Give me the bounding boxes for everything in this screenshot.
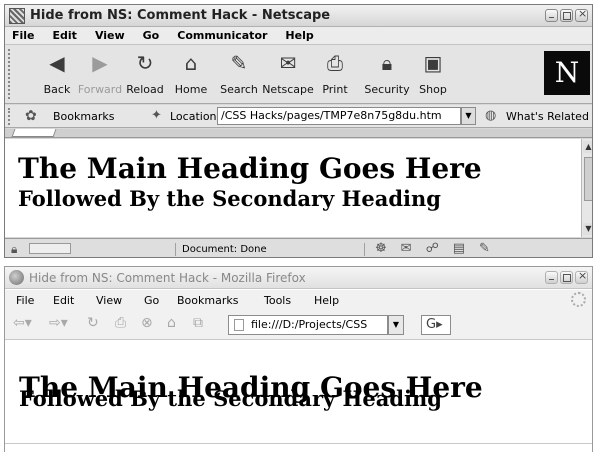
- toolbar-grip[interactable]: [8, 49, 13, 99]
- bookmarks-icon[interactable]: ✿: [25, 108, 37, 124]
- location-dropdown-button[interactable]: ▼: [461, 107, 476, 125]
- maximize-button[interactable]: [560, 9, 573, 22]
- ff-close-button[interactable]: [575, 269, 588, 284]
- ff-minimize-button[interactable]: [545, 271, 558, 284]
- shop-button[interactable]: ▣ Shop: [405, 51, 461, 96]
- netscape-location-toolbar: ✿ Bookmarks ✦ Location: /CSS Hacks/pages…: [5, 105, 592, 128]
- security-lock-icon[interactable]: 🔒︎: [11, 242, 17, 257]
- menu-communicator[interactable]: Communicator: [177, 29, 267, 42]
- ff-window-icon[interactable]: ⧉: [193, 315, 203, 331]
- navigator-icon[interactable]: ☸: [375, 241, 387, 256]
- firefox-secondary-heading: Followed By the Secondary Heading: [19, 386, 442, 411]
- printer-icon: ⎙: [327, 51, 343, 75]
- status-text: Document: Done: [175, 243, 365, 256]
- collapsed-toolbar-tab[interactable]: [11, 129, 57, 137]
- groups-icon[interactable]: ☍: [426, 241, 439, 256]
- netscape-navigation-toolbar: ◀ Back ▶ Forward ↻ Reload ⌂ Home ✎ Searc…: [5, 45, 592, 104]
- ff-home-icon[interactable]: ⌂: [167, 315, 176, 331]
- back-arrow-icon: ◀: [49, 51, 65, 75]
- menu-edit[interactable]: Edit: [53, 29, 77, 42]
- search-button[interactable]: ✎ Search: [211, 51, 267, 96]
- scroll-down-arrow-icon[interactable]: ▼: [583, 223, 592, 235]
- ff-menu-go[interactable]: Go: [144, 294, 159, 307]
- menu-go[interactable]: Go: [143, 29, 160, 42]
- location-bar-grip[interactable]: [8, 108, 13, 125]
- ff-menu-help[interactable]: Help: [314, 294, 339, 307]
- firefox-navigation-toolbar: ⇦▾ ⇨▾ ↻ ⎙ ⊗ ⌂ ⧉ file:///D:/Projects/CSS …: [5, 310, 592, 340]
- firefox-window-title: Hide from NS: Comment Hack - Mozilla Fir…: [29, 271, 306, 285]
- ff-url-dropdown-button[interactable]: ▼: [388, 315, 404, 335]
- ff-reload-icon[interactable]: ↻: [87, 315, 99, 331]
- netscape-window: Hide from NS: Comment Hack - Netscape Fi…: [4, 4, 593, 258]
- scroll-thumb[interactable]: [584, 157, 592, 201]
- ff-menu-bookmarks[interactable]: Bookmarks: [177, 294, 238, 307]
- scroll-up-arrow-icon[interactable]: ▲: [583, 141, 592, 153]
- location-icon[interactable]: ✦: [151, 108, 162, 123]
- netscape-collapsed-toolbar-tab: [5, 129, 592, 138]
- location-label: Location:: [170, 110, 221, 123]
- whats-related-button[interactable]: What's Related: [506, 110, 589, 123]
- close-button[interactable]: [575, 7, 588, 22]
- progress-meter: [29, 243, 71, 254]
- ff-menu-edit[interactable]: Edit: [53, 294, 74, 307]
- bookmarks-button[interactable]: Bookmarks: [53, 110, 114, 123]
- netscape-mail-icon: ✉: [279, 51, 297, 75]
- print-button[interactable]: ⎙ Print: [307, 51, 363, 96]
- firefox-menu-bar: File Edit View Go Bookmarks Tools Help: [5, 290, 592, 310]
- ff-maximize-button[interactable]: [560, 271, 573, 284]
- ff-back-arrow-icon[interactable]: ⇦▾: [13, 315, 32, 331]
- netscape-secondary-heading: Followed By the Secondary Heading: [18, 186, 441, 211]
- lock-icon: 🔒︎: [381, 51, 393, 75]
- ff-menu-file[interactable]: File: [16, 294, 34, 307]
- mail-icon[interactable]: ✉: [401, 241, 412, 256]
- reload-icon: ↻: [136, 51, 154, 75]
- netscape-window-title: Hide from NS: Comment Hack - Netscape: [30, 8, 331, 23]
- netscape-main-heading: The Main Heading Goes Here: [18, 152, 482, 185]
- address-book-icon[interactable]: ▤: [453, 241, 465, 256]
- netscape-vertical-scrollbar[interactable]: ▲ ▼: [581, 139, 592, 237]
- forward-arrow-icon: ▶: [92, 51, 108, 75]
- component-bar: ☸ ✉ ☍ ▤ ✎: [375, 241, 490, 256]
- firefox-page-content: The Main Heading Goes Here Followed By t…: [5, 341, 592, 452]
- netscape-page-content: The Main Heading Goes Here Followed By t…: [5, 139, 581, 237]
- menu-help[interactable]: Help: [285, 29, 313, 42]
- home-icon: ⌂: [184, 51, 198, 75]
- firefox-title-bar: Hide from NS: Comment Hack - Mozilla Fir…: [5, 267, 592, 289]
- firefox-app-icon: [9, 270, 24, 285]
- menu-file[interactable]: File: [12, 29, 35, 42]
- minimize-button[interactable]: [545, 9, 558, 22]
- firefox-window: Hide from NS: Comment Hack - Mozilla Fir…: [4, 266, 593, 452]
- page-icon: [234, 319, 244, 331]
- throbber-icon: [571, 292, 586, 307]
- search-icon: ✎: [230, 51, 248, 75]
- location-input[interactable]: /CSS Hacks/pages/TMP7e8n75g8du.htm: [217, 107, 461, 125]
- netscape-app-icon: [9, 8, 25, 24]
- netscape-title-bar: Hide from NS: Comment Hack - Netscape: [5, 5, 592, 27]
- ff-forward-arrow-icon[interactable]: ⇨▾: [49, 315, 68, 331]
- ff-menu-tools[interactable]: Tools: [264, 294, 291, 307]
- netscape-status-bar: 🔒︎ Document: Done ☸ ✉ ☍ ▤ ✎: [5, 238, 592, 257]
- go-icon: G▸: [426, 317, 443, 332]
- ff-menu-view[interactable]: View: [96, 294, 122, 307]
- whats-related-icon[interactable]: ◍: [485, 108, 496, 123]
- shop-icon: ▣: [423, 51, 443, 75]
- netscape-logo[interactable]: N: [544, 51, 590, 95]
- ff-url-input[interactable]: file:///D:/Projects/CSS: [228, 315, 388, 335]
- ff-url-text: file:///D:/Projects/CSS: [251, 318, 368, 331]
- ff-go-button[interactable]: G▸: [421, 315, 451, 335]
- ff-print-icon[interactable]: ⎙: [115, 315, 126, 331]
- composer-icon[interactable]: ✎: [479, 241, 490, 256]
- divider: [5, 443, 592, 444]
- menu-view[interactable]: View: [95, 29, 125, 42]
- ff-stop-icon[interactable]: ⊗: [141, 315, 153, 331]
- netscape-menu-bar: File Edit View Go Communicator Help: [5, 27, 592, 45]
